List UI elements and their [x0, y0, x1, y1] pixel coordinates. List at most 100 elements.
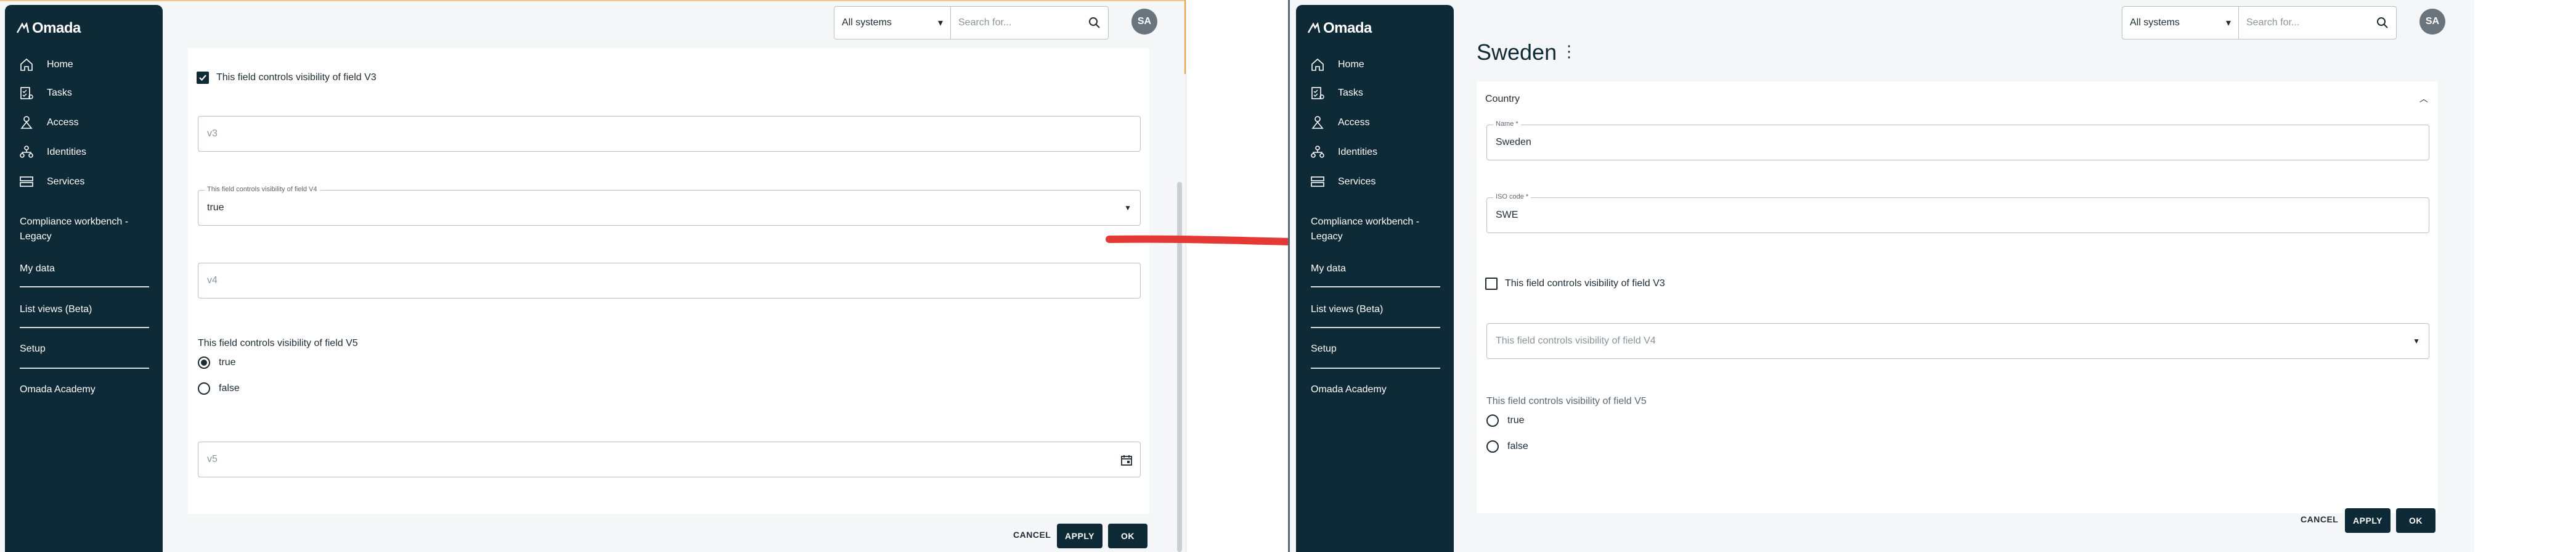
search-input[interactable]: Search for...	[951, 6, 1109, 39]
v3-input[interactable]: v3	[198, 116, 1141, 152]
radio-button[interactable]	[1486, 414, 1499, 427]
radio-label: true	[219, 357, 236, 368]
home-icon	[20, 58, 33, 71]
sidebar-item-home[interactable]: Home	[18, 57, 73, 73]
sidebar: Omada Home Tasks Access Identities Servi…	[1296, 5, 1454, 552]
v3-checkbox[interactable]	[197, 72, 209, 84]
v5-date-input[interactable]: v5	[198, 442, 1141, 477]
sidebar-divider	[20, 368, 149, 369]
dropdown-arrow-icon: ▼	[2413, 337, 2420, 345]
services-icon	[20, 176, 33, 187]
sidebar-item-label: Home	[47, 59, 73, 70]
v4-input-placeholder: v4	[207, 275, 218, 286]
sidebar-item-label: Access	[1338, 117, 1370, 128]
avatar[interactable]: SA	[2419, 9, 2445, 35]
v3-checkbox-label: This field controls visibility of field …	[216, 72, 377, 83]
radio-label: false	[1507, 441, 1528, 451]
radio-button[interactable]	[198, 356, 210, 369]
search-placeholder: Search for...	[958, 17, 1012, 28]
cancel-button[interactable]: CANCEL	[1013, 530, 1051, 540]
sidebar-item-services[interactable]: Services	[18, 174, 84, 190]
sidebar-item-compliance[interactable]: Compliance workbench - Legacy	[20, 215, 149, 244]
tasks-icon	[1311, 87, 1324, 99]
sidebar-item-access[interactable]: Access	[18, 115, 79, 131]
iso-code-field[interactable]: ISO code * SWE	[1486, 193, 2429, 233]
sidebar-item-my-data[interactable]: My data	[1311, 262, 1440, 276]
systems-select[interactable]: All systems ▾	[2122, 6, 2239, 39]
sidebar-item-compliance[interactable]: Compliance workbench - Legacy	[1311, 215, 1440, 244]
systems-select-value: All systems	[2130, 17, 2180, 28]
v3-input-placeholder: v3	[207, 128, 218, 139]
sidebar-divider	[1311, 286, 1440, 287]
ok-button[interactable]: OK	[1108, 524, 1147, 548]
sidebar-item-my-data[interactable]: My data	[20, 262, 149, 276]
sidebar-item-academy[interactable]: Omada Academy	[20, 382, 149, 397]
cancel-button[interactable]: CANCEL	[2301, 514, 2338, 524]
sidebar-divider	[1311, 368, 1440, 369]
sidebar-item-tasks[interactable]: Tasks	[1310, 85, 1363, 101]
sidebar-item-label: Access	[47, 117, 79, 128]
avatar[interactable]: SA	[1131, 9, 1157, 35]
v4-select[interactable]: This field controls visibility of field …	[198, 186, 1141, 226]
sidebar-item-services[interactable]: Services	[1310, 174, 1376, 190]
systems-select[interactable]: All systems ▾	[834, 6, 951, 39]
identities-icon	[20, 146, 33, 158]
checkmark-icon	[199, 75, 206, 81]
v3-checkbox-row[interactable]: This field controls visibility of field …	[197, 72, 377, 84]
search-placeholder: Search for...	[2246, 17, 2300, 28]
identities-icon	[1311, 146, 1324, 158]
name-field[interactable]: Name * Sweden	[1486, 120, 2429, 160]
search-icon[interactable]	[2376, 17, 2389, 29]
sidebar-item-identities[interactable]: Identities	[18, 144, 86, 160]
radio-label: true	[1507, 415, 1525, 426]
sidebar-item-access[interactable]: Access	[1310, 115, 1370, 131]
sidebar-item-list-views[interactable]: List views (Beta)	[1311, 302, 1440, 317]
sidebar-item-label: Identities	[1338, 147, 1378, 157]
v4-select-placeholder: This field controls visibility of field …	[1496, 336, 1656, 346]
country-section-card: Country ︿ Name * Sweden ISO code * SWE T…	[1477, 81, 2438, 513]
sidebar-item-home[interactable]: Home	[1310, 57, 1364, 73]
radio-button[interactable]	[198, 382, 210, 395]
sidebar-item-setup[interactable]: Setup	[1311, 342, 1440, 356]
search-input[interactable]: Search for...	[2239, 6, 2397, 39]
sidebar-item-academy[interactable]: Omada Academy	[1311, 382, 1440, 397]
home-icon	[1311, 58, 1324, 71]
omada-logo: Omada	[16, 20, 81, 37]
v4-select[interactable]: This field controls visibility of field …	[1486, 323, 2429, 359]
logo-text: Omada	[32, 20, 81, 36]
sidebar-item-setup[interactable]: Setup	[20, 342, 149, 356]
v5-radio-false[interactable]: false	[1486, 440, 1528, 453]
chevron-up-icon[interactable]: ︿	[2419, 93, 2428, 105]
search-icon[interactable]	[1088, 17, 1101, 29]
v3-checkbox-row[interactable]: This field controls visibility of field …	[1485, 278, 1665, 290]
section-header[interactable]: Country	[1485, 94, 1520, 105]
v5-radio-true[interactable]: true	[198, 356, 236, 369]
v5-radio-true[interactable]: true	[1486, 414, 1525, 427]
window-top-edge	[0, 0, 1186, 1]
apply-button[interactable]: APPLY	[2345, 508, 2391, 533]
v5-radio-group-label: This field controls visibility of field …	[198, 338, 358, 348]
ok-button[interactable]: OK	[2396, 508, 2435, 533]
sidebar-item-label: Home	[1338, 59, 1364, 70]
v3-checkbox[interactable]	[1485, 278, 1498, 290]
sidebar-item-label: Services	[47, 176, 85, 187]
v4-input[interactable]: v4	[198, 263, 1141, 299]
sidebar-item-label: Services	[1338, 176, 1376, 187]
omada-logo: Omada	[1307, 20, 1372, 37]
dropdown-arrow-icon: ▼	[1124, 204, 1131, 212]
more-options-icon[interactable]: ⋮	[1561, 42, 1577, 61]
calendar-icon[interactable]	[1120, 454, 1133, 466]
sidebar-item-list-views[interactable]: List views (Beta)	[20, 302, 149, 317]
v5-radio-false[interactable]: false	[198, 382, 240, 395]
apply-button[interactable]: APPLY	[1057, 524, 1103, 548]
sidebar-item-label: Tasks	[1338, 88, 1363, 98]
name-field-value: Sweden	[1496, 137, 1531, 147]
systems-select-value: All systems	[842, 17, 892, 28]
sidebar-item-identities[interactable]: Identities	[1310, 144, 1377, 160]
right-screenshot-panel: Omada Home Tasks Access Identities Servi…	[1288, 0, 2474, 552]
sidebar-item-tasks[interactable]: Tasks	[18, 85, 72, 101]
logo-text: Omada	[1323, 20, 1372, 36]
tasks-icon	[20, 87, 33, 99]
radio-button[interactable]	[1486, 440, 1499, 453]
sidebar-divider	[20, 286, 149, 287]
